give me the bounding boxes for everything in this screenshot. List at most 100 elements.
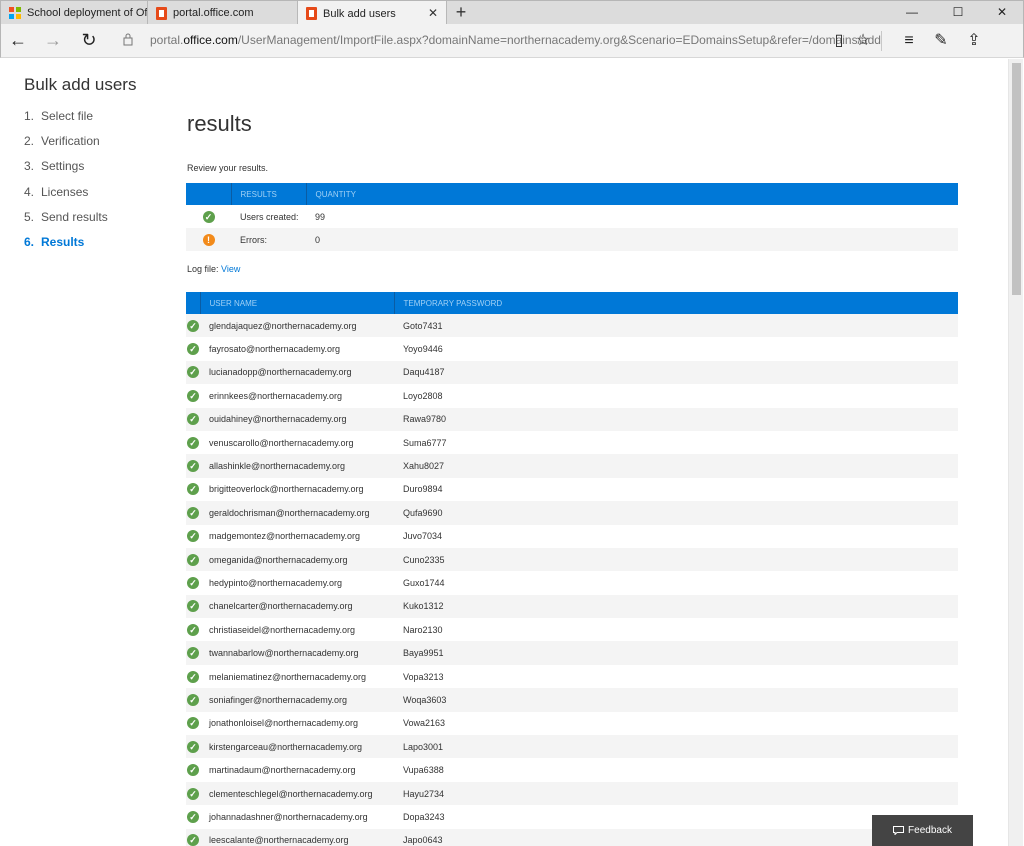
results-column-header: RESULTS bbox=[231, 183, 307, 205]
success-check-icon: ✓ bbox=[187, 366, 199, 379]
temporary-password-cell: Rawa9780 bbox=[394, 407, 958, 431]
temporary-password-cell: Guxo1744 bbox=[403, 577, 445, 588]
temporary-password-cell: Goto7431 bbox=[394, 314, 958, 338]
success-check-icon: ✓ bbox=[187, 319, 199, 332]
scrollbar-thumb[interactable] bbox=[1012, 63, 1021, 295]
success-check-icon: ✓ bbox=[187, 740, 199, 753]
user-name-cell: chanelcarter@northernacademy.org bbox=[200, 594, 394, 619]
url-field[interactable]: portal.office.com/UserManagement/ImportF… bbox=[150, 33, 881, 47]
tab-portal[interactable]: portal.office.com bbox=[148, 1, 298, 25]
tab-bulk-add-users[interactable]: Bulk add users ✕ bbox=[298, 1, 447, 26]
success-check-icon: ✓ bbox=[187, 389, 199, 402]
success-check-icon: ✓ bbox=[187, 693, 199, 706]
close-window-button[interactable]: ✕ bbox=[979, 1, 1024, 25]
table-row: ✓ erinnkees@northernacademy.org Loyo2808 bbox=[186, 384, 958, 407]
temporary-password-cell: Vowa2163 bbox=[403, 718, 446, 729]
office-logo-icon bbox=[306, 7, 317, 20]
reading-view-icon[interactable]: ▯ bbox=[828, 30, 850, 52]
page-scrollbar[interactable] bbox=[1008, 59, 1023, 846]
step-select-file[interactable]: 1. Select file bbox=[24, 109, 108, 134]
forward-button[interactable]: → bbox=[41, 30, 65, 52]
temporary-password-cell: Hayu2734 bbox=[394, 781, 958, 806]
table-row: ✓ glendajaquez@northernacademy.org Goto743… bbox=[186, 314, 958, 338]
step-settings[interactable]: 3. Settings bbox=[24, 159, 108, 184]
feedback-icon bbox=[893, 826, 905, 835]
sidebar-title: Bulk add users bbox=[24, 75, 137, 94]
feedback-button[interactable]: Feedback bbox=[872, 815, 973, 846]
share-icon[interactable]: ⇪ bbox=[963, 30, 985, 52]
table-row: ✓ hedypinto@northernacademy.org Guxo1744 bbox=[186, 571, 958, 594]
results-summary-table: RESULTS QUANTITY ✓ Users created: 99 ! E… bbox=[186, 183, 958, 251]
success-check-icon: ✓ bbox=[187, 460, 199, 473]
temporary-password-column-header: TEMPORARY PASSWORD bbox=[394, 292, 958, 314]
lock-icon bbox=[123, 33, 133, 46]
user-name-column-header: USER NAME bbox=[200, 292, 395, 314]
table-row: ✓ kirstengarceau@northernacademy.org Lapo3… bbox=[186, 735, 958, 759]
temporary-password-cell: Baya9951 bbox=[394, 641, 958, 665]
user-name-cell: madgemontez@northernacademy.org bbox=[209, 531, 361, 542]
log-file-line: Log file: View bbox=[187, 264, 240, 274]
step-licenses[interactable]: 4. Licenses bbox=[24, 185, 108, 210]
step-verification[interactable]: 2. Verification bbox=[24, 134, 108, 159]
table-row: ✓ jonathonloisel@northernacademy.org Vowa2… bbox=[186, 712, 958, 735]
url-path: /UserManagement/ImportFile.aspx?domainNa… bbox=[237, 33, 881, 47]
user-name-cell: omeganida@northernacademy.org bbox=[200, 547, 394, 572]
temporary-password-cell: Vopa3213 bbox=[403, 671, 444, 682]
summary-row-errors: ! Errors: 0 bbox=[186, 228, 958, 251]
user-name-cell: jonathonloisel@northernacademy.org bbox=[209, 718, 359, 729]
step-send-results[interactable]: 5. Send results bbox=[24, 210, 108, 235]
minimize-button[interactable]: — bbox=[889, 1, 935, 25]
toolbar-divider bbox=[881, 31, 882, 51]
temporary-password-cell: Xahu8027 bbox=[394, 454, 958, 478]
user-name-cell: geraldochrisman@northernacademy.org bbox=[200, 501, 394, 525]
success-check-icon: ✓ bbox=[187, 576, 199, 589]
user-name-cell: twannabarlow@northernacademy.org bbox=[200, 641, 394, 665]
table-row: ✓ martinadaum@northernacademy.org Vupa6388 bbox=[186, 758, 958, 781]
success-check-icon: ✓ bbox=[187, 623, 199, 636]
temporary-password-cell: Loyo2808 bbox=[403, 390, 443, 401]
user-name-cell: hedypinto@northernacademy.org bbox=[209, 577, 343, 588]
temporary-password-cell: Naro2130 bbox=[403, 624, 443, 635]
user-name-cell: leescalante@northernacademy.org bbox=[200, 828, 394, 846]
user-name-cell: erinnkees@northernacademy.org bbox=[209, 390, 343, 401]
temporary-password-cell: Daqu4187 bbox=[394, 360, 958, 385]
user-name-cell: soniafinger@northernacademy.org bbox=[200, 688, 394, 712]
user-name-cell: martinadaum@northernacademy.org bbox=[209, 765, 356, 776]
refresh-button[interactable]: ↻ bbox=[77, 30, 101, 52]
table-row: ✓ christiaseidel@northernacademy.org Naro2… bbox=[186, 618, 958, 641]
web-note-icon[interactable]: ✎ bbox=[930, 30, 952, 52]
back-button[interactable]: ← bbox=[6, 30, 30, 52]
user-name-cell: melaniematinez@northernacademy.org bbox=[209, 671, 367, 682]
table-row: ✓ madgemontez@northernacademy.org Juvo7034 bbox=[186, 525, 958, 548]
maximize-button[interactable]: ☐ bbox=[935, 1, 981, 25]
table-row: ✓ omeganida@northernacademy.org Cuno2335 bbox=[186, 547, 958, 572]
step-results[interactable]: 6. Results bbox=[24, 235, 108, 260]
new-tab-button[interactable]: + bbox=[451, 2, 471, 23]
table-row: ✓ fayrosato@northernacademy.org Yoyo9446 bbox=[186, 337, 958, 360]
close-tab-icon[interactable]: ✕ bbox=[428, 6, 438, 20]
user-name-cell: allashinkle@northernacademy.org bbox=[200, 454, 394, 478]
summary-value: 99 bbox=[315, 211, 326, 222]
success-check-icon: ✓ bbox=[187, 810, 199, 823]
page-content: Bulk add users 1. Select file 2. Verificat… bbox=[1, 59, 1008, 846]
table-row: ✓ johannadashner@northernacademy.org Dopa3… bbox=[186, 805, 958, 828]
table-row: ✓ chanelcarter@northernacademy.org Kuko131… bbox=[186, 594, 958, 619]
log-file-view-link[interactable]: View bbox=[221, 264, 240, 274]
success-check-icon: ✓ bbox=[187, 436, 199, 449]
status-column-header bbox=[186, 292, 201, 314]
tab-title: School deployment of Offic bbox=[27, 7, 147, 19]
temporary-password-cell: Juvo7034 bbox=[403, 531, 443, 542]
address-bar: ← → ↻ portal.office.com/UserManagement/I… bbox=[0, 24, 1024, 58]
tab-bar: School deployment of Offic portal.office… bbox=[0, 0, 1024, 26]
favorites-star-icon[interactable]: ☆ bbox=[852, 30, 874, 52]
table-row: ✓ twannabarlow@northernacademy.org Baya995… bbox=[186, 641, 958, 665]
table-row: ✓ leescalante@northernacademy.org Japo0643 bbox=[186, 828, 958, 846]
tab-school-deployment[interactable]: School deployment of Offic bbox=[1, 1, 148, 25]
hub-icon[interactable]: ≡ bbox=[898, 30, 920, 52]
temporary-password-cell: Qufa9690 bbox=[394, 501, 958, 525]
user-name-cell: christiaseidel@northernacademy.org bbox=[209, 624, 356, 635]
summary-row-users-created: ✓ Users created: 99 bbox=[186, 205, 958, 228]
summary-label: Errors: bbox=[231, 228, 306, 251]
office-logo-icon bbox=[156, 6, 167, 20]
table-row: ✓ brigitteoverlock@northernacademy.org Dur… bbox=[186, 478, 958, 501]
